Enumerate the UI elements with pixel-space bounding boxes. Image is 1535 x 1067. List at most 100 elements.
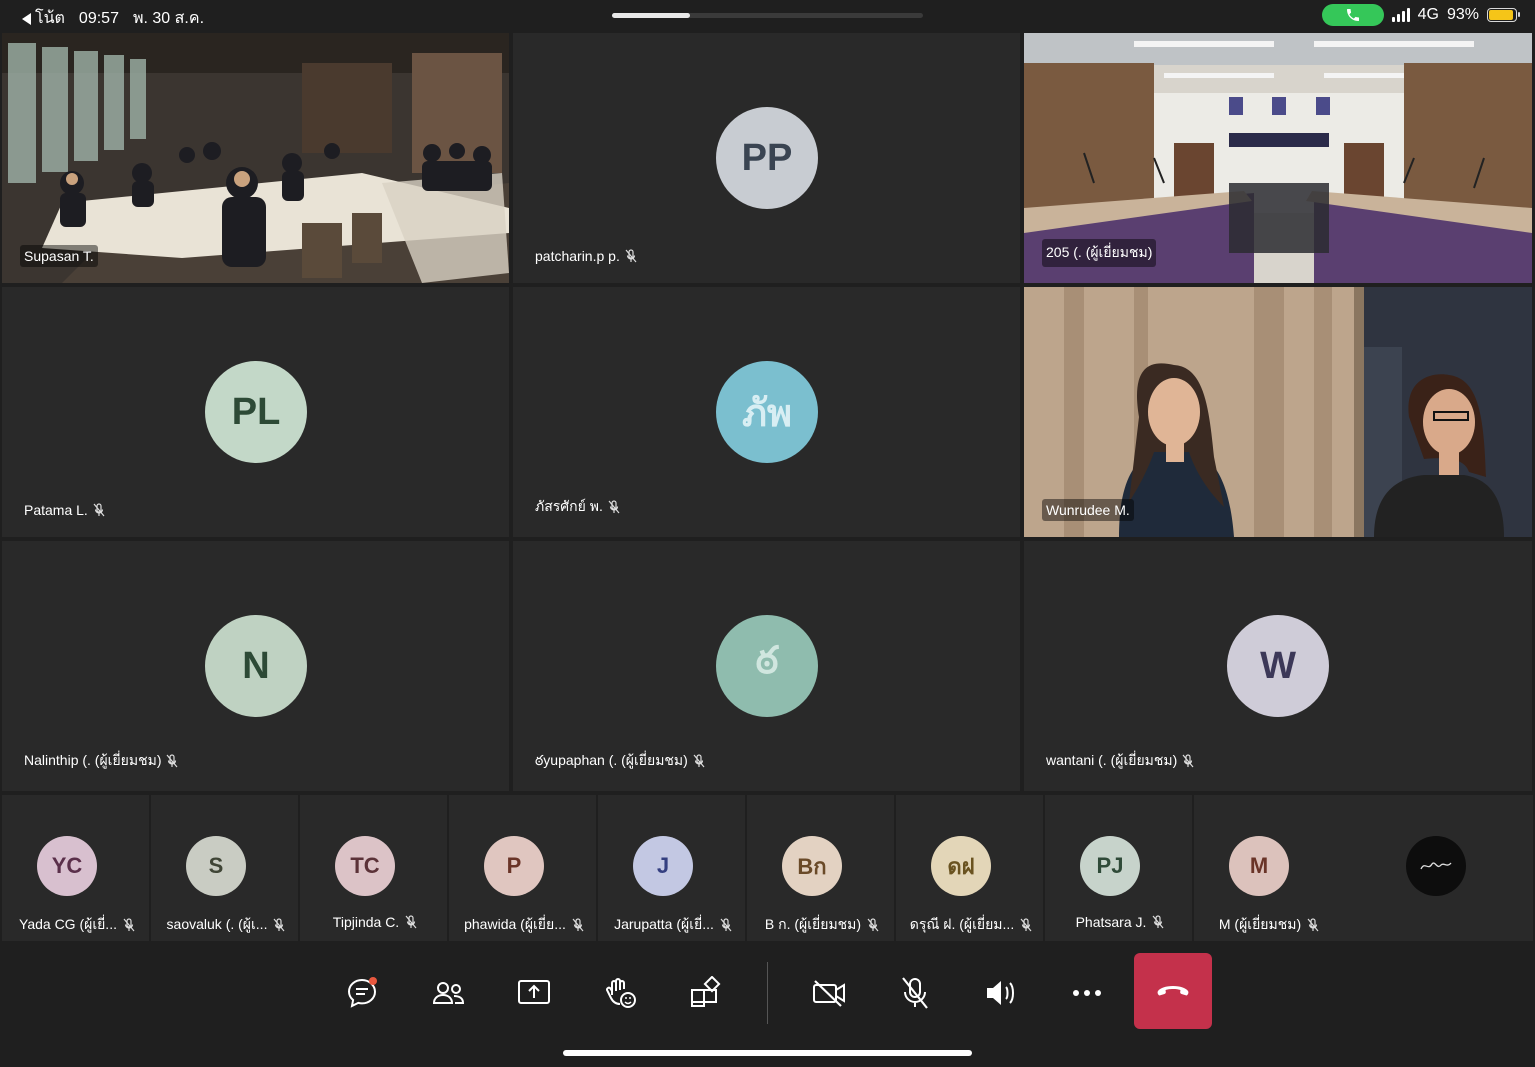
active-call-pill[interactable]: [1321, 4, 1384, 26]
participant-name: Jarupatta (ผู้เยี่...: [602, 914, 744, 936]
participant-avatar: N: [205, 615, 307, 717]
mic-off-icon: [93, 503, 105, 517]
participant-name: Wunrudee M.: [1042, 499, 1134, 521]
participant-avatar: PJ: [1080, 836, 1140, 896]
participant-name: B ก. (ผู้เยี่ยมชม): [751, 914, 893, 936]
participant-avatar: ఠ: [716, 615, 818, 717]
participant-tile-wunrudee[interactable]: Wunrudee M.: [1024, 287, 1532, 537]
mic-off-icon: [608, 500, 620, 514]
call-toolbar: [0, 948, 1535, 1036]
mic-off-icon: [123, 918, 135, 932]
participant-avatar: YC: [37, 836, 97, 896]
participant-name: Supasan T.: [20, 245, 98, 267]
mic-off-icon: [720, 918, 732, 932]
participant-tile-205[interactable]: 205 (. (ผู้เยี่ยมชม): [1024, 33, 1532, 283]
toolbar-divider: [767, 962, 768, 1024]
mic-off-icon: [167, 754, 178, 768]
participants-button[interactable]: [423, 968, 473, 1018]
participant-tile-wantani[interactable]: W wantani (. (ผู้เยี่ยมชม): [1024, 541, 1532, 791]
back-to-app-button[interactable]: โน้ต: [22, 6, 65, 31]
mic-off-icon: [693, 754, 705, 768]
participant-name: ภัสรศักย์ พ.: [531, 493, 624, 521]
participant-strip-item[interactable]: ดฝดรุณี ฝ. (ผู้เยี่ยม...: [896, 795, 1043, 941]
participant-tile-patcharin[interactable]: PP patcharin.p p.: [513, 33, 1020, 283]
mic-off-icon: [867, 918, 879, 932]
participant-strip-item[interactable]: Bก B ก. (ผู้เยี่ยมชม): [747, 795, 894, 941]
participant-avatar: TC: [335, 836, 395, 896]
cell-signal-icon: [1391, 8, 1410, 22]
participant-tile-nalinthip[interactable]: N Nalinthip (. (ผู้เยี่ยมชม): [2, 541, 509, 791]
status-time: 09:57: [78, 9, 119, 27]
participant-strip-item[interactable]: TC Tipjinda C.: [300, 795, 447, 941]
multitask-indicator-fill: [612, 13, 690, 18]
participant-tile-patsarasak[interactable]: ภัพ ภัสรศักย์ พ.: [513, 287, 1020, 537]
participant-strip-item[interactable]: Pphawida (ผู้เยี่ย...: [449, 795, 596, 941]
camera-toggle-button[interactable]: [804, 968, 854, 1018]
participant-strip-item[interactable]: PJ Phatsara J.: [1045, 795, 1192, 941]
participant-avatar: PP: [716, 107, 818, 209]
back-app-label: โน้ต: [35, 10, 65, 27]
participant-name: M (ผู้เยี่ยมชม): [1198, 914, 1340, 936]
participant-strip-item[interactable]: J Jarupatta (ผู้เยี่...: [598, 795, 745, 941]
participant-name: patcharin.p p.: [531, 245, 641, 267]
participant-strip-item[interactable]: Ssaovaluk (. (ผู้เ...: [151, 795, 298, 941]
mic-off-icon: [273, 918, 285, 932]
participant-avatar: S: [186, 836, 246, 896]
mic-toggle-button[interactable]: [890, 968, 940, 1018]
more-options-button[interactable]: [1062, 968, 1112, 1018]
participant-name: Tipjinda C.: [304, 914, 446, 930]
status-bar: โน้ต 09:57 พ. 30 ส.ค. 4G 93%: [0, 0, 1535, 30]
participant-tile-supasan[interactable]: Supasan T.: [2, 33, 509, 283]
participant-strip-item[interactable]: M M (ผู้เยี่ยมชม): [1194, 795, 1341, 941]
mic-off-icon: [1020, 918, 1032, 932]
camera-off-icon: [813, 980, 845, 1007]
participant-strip-item[interactable]: YC Yada CG (ผู้เยี่...: [2, 795, 149, 941]
participant-name: phawida (ผู้เยี่ย...: [453, 914, 595, 936]
participant-avatar: ดฝ: [931, 836, 991, 896]
share-screen-button[interactable]: [509, 968, 559, 1018]
participant-avatar: P: [484, 836, 544, 896]
participant-strip-overflow[interactable]: [1337, 795, 1533, 941]
back-arrow-icon: [22, 12, 31, 25]
chat-icon: [347, 977, 377, 1008]
apps-button[interactable]: [680, 968, 730, 1018]
network-type: 4G: [1417, 6, 1439, 23]
phone-icon: [1346, 9, 1359, 21]
hang-up-phone-icon: [1157, 986, 1189, 996]
participant-name: saovaluk (. (ผู้เ...: [155, 914, 297, 936]
participant-name: ดรุณี ฝ. (ผู้เยี่ยม...: [900, 914, 1042, 936]
participant-avatar: M: [1229, 836, 1289, 896]
participant-name: Nalinthip (. (ผู้เยี่ยมชม): [20, 747, 182, 775]
participant-name: Yada CG (ผู้เยี่...: [6, 914, 148, 936]
apps-icon: [691, 976, 721, 1007]
share-tray-icon: [518, 980, 550, 1004]
participant-tile-yupaphan[interactable]: ఠ ఠyupaphan (. (ผู้เยี่ยมชม): [513, 541, 1020, 791]
mic-off-icon: [902, 977, 928, 1009]
mic-off-icon: [1182, 754, 1194, 768]
mic-off-icon: [572, 918, 584, 932]
participant-avatar: J: [633, 836, 693, 896]
participant-avatar: PL: [205, 361, 307, 463]
signature-logo-icon: [1420, 862, 1452, 870]
hand-emoji-icon: [606, 978, 636, 1008]
participant-tile-patama[interactable]: PL Patama L.: [2, 287, 509, 537]
battery-icon: [1487, 8, 1520, 22]
hang-up-button[interactable]: [1134, 953, 1212, 1029]
home-indicator[interactable]: [563, 1050, 972, 1056]
multitask-indicator: [612, 13, 923, 18]
mic-off-icon: [405, 915, 417, 929]
participant-avatar: W: [1227, 615, 1329, 717]
battery-percent: 93%: [1446, 6, 1479, 23]
people-icon: [432, 982, 465, 1004]
mic-off-icon: [1307, 918, 1319, 932]
react-button[interactable]: [595, 968, 645, 1018]
participant-avatar: Bก: [782, 836, 842, 896]
participant-avatar: ภัพ: [716, 361, 818, 463]
mic-off-icon: [1152, 915, 1164, 929]
speaker-button[interactable]: [976, 968, 1026, 1018]
participant-name: Phatsara J.: [1049, 914, 1191, 930]
chat-button[interactable]: [337, 968, 387, 1018]
participant-avatar-photo: [1406, 836, 1466, 896]
more-dots-icon: [1073, 990, 1101, 996]
status-date: พ. 30 ส.ค.: [132, 10, 205, 27]
